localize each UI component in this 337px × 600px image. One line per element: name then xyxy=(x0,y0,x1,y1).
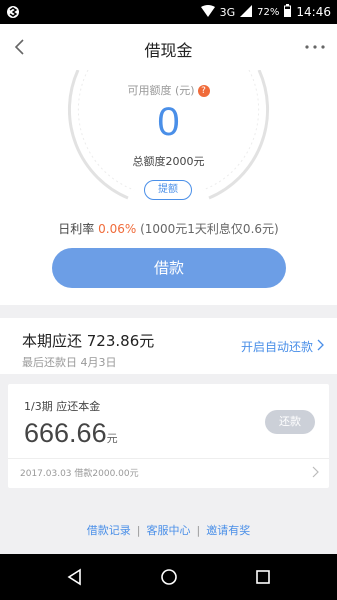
battery-icon xyxy=(284,4,292,20)
installment-amount: 666.66元 xyxy=(24,418,118,448)
footer-links: 借款记录 | 客服中心 | 邀请有奖 xyxy=(0,522,337,538)
page-title: 借现金 xyxy=(144,41,193,60)
current-bill: 本期应还 723.86元 最后还款日 4月3日 开启自动还款 xyxy=(0,318,337,374)
daily-rate-value: 0.06% xyxy=(98,222,137,236)
current-bill-amount: 本期应还 723.86元 xyxy=(22,332,155,350)
borrow-button[interactable]: 借款 xyxy=(52,248,286,288)
system-nav-bar xyxy=(0,554,337,600)
available-quota-label: 可用额度 (元)? xyxy=(0,82,337,98)
wifi-icon xyxy=(200,4,215,20)
loan-record[interactable]: 2017.03.03 借款2000.00元 xyxy=(20,466,139,479)
chevron-right-icon xyxy=(317,339,325,354)
invite-reward-link[interactable]: 邀请有奖 xyxy=(206,524,250,537)
quota-card: 可用额度 (元)? 0 总额度2000元 提额 日利率 0.06% (1000元… xyxy=(0,70,337,305)
more-icon[interactable] xyxy=(303,36,327,58)
back-triangle-icon[interactable] xyxy=(64,566,86,588)
battery-level: 72% xyxy=(257,6,280,18)
loan-records-link[interactable]: 借款记录 xyxy=(87,524,131,537)
installment-label: 1/3期 应还本金 xyxy=(24,400,101,413)
due-date: 最后还款日 4月3日 xyxy=(22,356,117,369)
nav-bar: 借现金 xyxy=(0,24,337,70)
network-type: 3G xyxy=(219,5,236,19)
help-icon[interactable]: ? xyxy=(197,85,210,97)
customer-service-link[interactable]: 客服中心 xyxy=(147,524,191,537)
installment-card: 1/3期 应还本金 666.66元 还款 2017.03.03 借款2000.0… xyxy=(8,384,329,488)
status-bar: 3G 72% 14:46 xyxy=(0,0,337,24)
available-quota-value: 0 xyxy=(157,100,180,144)
repay-button[interactable]: 还款 xyxy=(265,410,315,434)
separator: | xyxy=(136,524,141,537)
daily-rate: 日利率 0.06% (1000元1天利息仅0.6元) xyxy=(58,222,279,236)
divider xyxy=(8,458,329,459)
clock: 14:46 xyxy=(296,5,331,19)
raise-quota-button[interactable]: 提额 xyxy=(144,180,192,200)
total-quota: 总额度2000元 xyxy=(132,155,205,168)
chevron-right-icon xyxy=(311,464,321,478)
home-circle-icon[interactable] xyxy=(158,566,180,588)
signal-icon xyxy=(240,4,253,20)
recents-square-icon[interactable] xyxy=(252,566,274,588)
notification-icon xyxy=(6,3,24,21)
separator: | xyxy=(196,524,201,537)
auto-repay-link[interactable]: 开启自动还款 xyxy=(241,338,325,355)
